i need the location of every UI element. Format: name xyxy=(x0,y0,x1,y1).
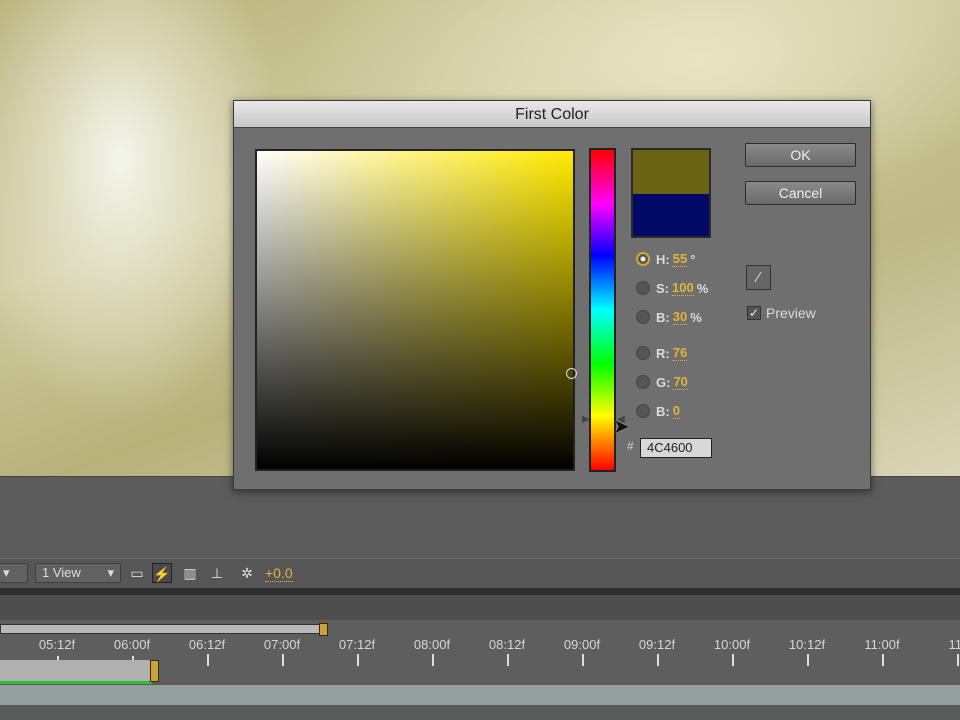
color-mode-radio[interactable] xyxy=(636,404,650,418)
field-unit: % xyxy=(696,280,709,296)
exposure-icon[interactable]: ✲ xyxy=(237,563,257,583)
time-tick-mark xyxy=(882,654,884,666)
view-layout-dropdown[interactable]: 1 View ▾ xyxy=(35,563,121,583)
view-layout-label: 1 View xyxy=(42,565,81,580)
field-value[interactable]: 55 xyxy=(672,251,688,267)
layer-bar[interactable] xyxy=(0,660,155,682)
timeline-icon[interactable]: ▥ xyxy=(180,563,200,583)
time-tick-label: 11:00f xyxy=(864,637,900,652)
color-mode-radio[interactable] xyxy=(636,281,650,295)
magnification-dropdown[interactable]: ▾ xyxy=(0,563,28,583)
time-tick-mark xyxy=(432,654,434,666)
timeline-header xyxy=(0,595,960,620)
field-unit: ° xyxy=(690,251,696,267)
field-label: B: xyxy=(656,403,670,419)
eyedropper-icon[interactable]: ⁄ xyxy=(746,265,771,290)
time-tick-mark xyxy=(282,654,284,666)
time-tick-label: 07:00f xyxy=(263,637,301,652)
time-tick-mark xyxy=(507,654,509,666)
field-label: H: xyxy=(656,251,670,267)
mouse-cursor-icon: ➤ xyxy=(613,416,630,438)
hue-slider-left-arrow[interactable]: ▶ xyxy=(582,414,590,425)
time-tick-mark xyxy=(657,654,659,666)
time-tick-label: 08:12f xyxy=(488,637,526,652)
time-tick-mark xyxy=(357,654,359,666)
time-tick-label: 10:12f xyxy=(788,637,826,652)
hex-label: # xyxy=(627,439,634,453)
time-tick-label: 06:12f xyxy=(188,637,226,652)
color-picker-dialog: First Color ▶ ◀ OK Cancel ⁄ ✓ Preview H:… xyxy=(233,100,871,490)
divider xyxy=(0,588,960,595)
render-progress-bar xyxy=(0,681,152,684)
time-tick-label: 09:12f xyxy=(638,637,676,652)
color-field-row: H: 55 ° xyxy=(636,250,695,268)
time-tick-label: 09:00f xyxy=(563,637,601,652)
flowchart-icon[interactable]: ⊥ xyxy=(207,563,227,583)
original-color-swatch[interactable] xyxy=(633,194,709,236)
field-value[interactable]: 0 xyxy=(672,403,680,419)
layer-out-handle[interactable] xyxy=(150,660,159,682)
field-value[interactable]: 100 xyxy=(672,280,694,296)
field-label: S: xyxy=(656,280,669,296)
color-mode-radio[interactable] xyxy=(636,252,650,266)
timeline-footer xyxy=(0,705,960,720)
time-tick-mark xyxy=(957,654,959,666)
hue-slider[interactable] xyxy=(589,148,616,472)
layer-track xyxy=(0,685,960,705)
fast-previews-icon[interactable]: ⚡ xyxy=(152,563,172,583)
field-label: R: xyxy=(656,345,670,361)
hex-input[interactable]: 4C4600 xyxy=(640,438,712,458)
color-mode-radio[interactable] xyxy=(636,375,650,389)
viewer-toolbar: ▾ 1 View ▾ ▭ ⚡ ▥ ⊥ ✲ +0.0 xyxy=(0,558,960,588)
time-tick-label: 06:00f xyxy=(113,637,151,652)
preview-checkbox[interactable]: ✓ Preview xyxy=(747,305,816,321)
color-swatch xyxy=(631,148,711,238)
checkbox-checked-icon[interactable]: ✓ xyxy=(747,306,761,320)
work-area-end-handle[interactable] xyxy=(319,623,328,636)
saturation-brightness-field[interactable] xyxy=(255,149,577,471)
color-field-row: B: 30 % xyxy=(636,308,702,326)
time-tick-label: 07:12f xyxy=(338,637,376,652)
color-field-row: B: 0 xyxy=(636,402,683,420)
time-tick-mark xyxy=(582,654,584,666)
field-value[interactable]: 76 xyxy=(672,345,688,361)
work-area-bar[interactable] xyxy=(0,624,324,634)
field-label: B: xyxy=(656,309,670,325)
field-value[interactable]: 70 xyxy=(673,374,688,390)
new-color-swatch xyxy=(633,150,709,194)
preview-label: Preview xyxy=(766,305,816,321)
exposure-value[interactable]: +0.0 xyxy=(265,565,293,582)
color-mode-radio[interactable] xyxy=(636,310,650,324)
dialog-title: First Color xyxy=(234,101,870,128)
field-label: G: xyxy=(656,374,671,390)
time-tick-mark xyxy=(732,654,734,666)
time-tick-label: 05:12f xyxy=(38,637,76,652)
color-field-row: G: 70 xyxy=(636,373,691,391)
region-of-interest-icon[interactable]: ▭ xyxy=(127,563,147,583)
ok-button[interactable]: OK xyxy=(745,143,856,167)
time-tick-label: 10:00f xyxy=(713,637,751,652)
color-mode-radio[interactable] xyxy=(636,346,650,360)
cancel-button[interactable]: Cancel xyxy=(745,181,856,205)
field-value[interactable]: 30 xyxy=(672,309,688,325)
field-unit: % xyxy=(690,309,702,325)
color-field-row: S: 100 % xyxy=(636,279,708,297)
time-tick-label: 11: xyxy=(948,637,960,652)
color-field-row: R: 76 xyxy=(636,344,690,362)
time-tick-mark xyxy=(207,654,209,666)
time-tick-mark xyxy=(807,654,809,666)
time-tick-label: 08:00f xyxy=(413,637,451,652)
color-selector-ring[interactable] xyxy=(566,368,577,379)
